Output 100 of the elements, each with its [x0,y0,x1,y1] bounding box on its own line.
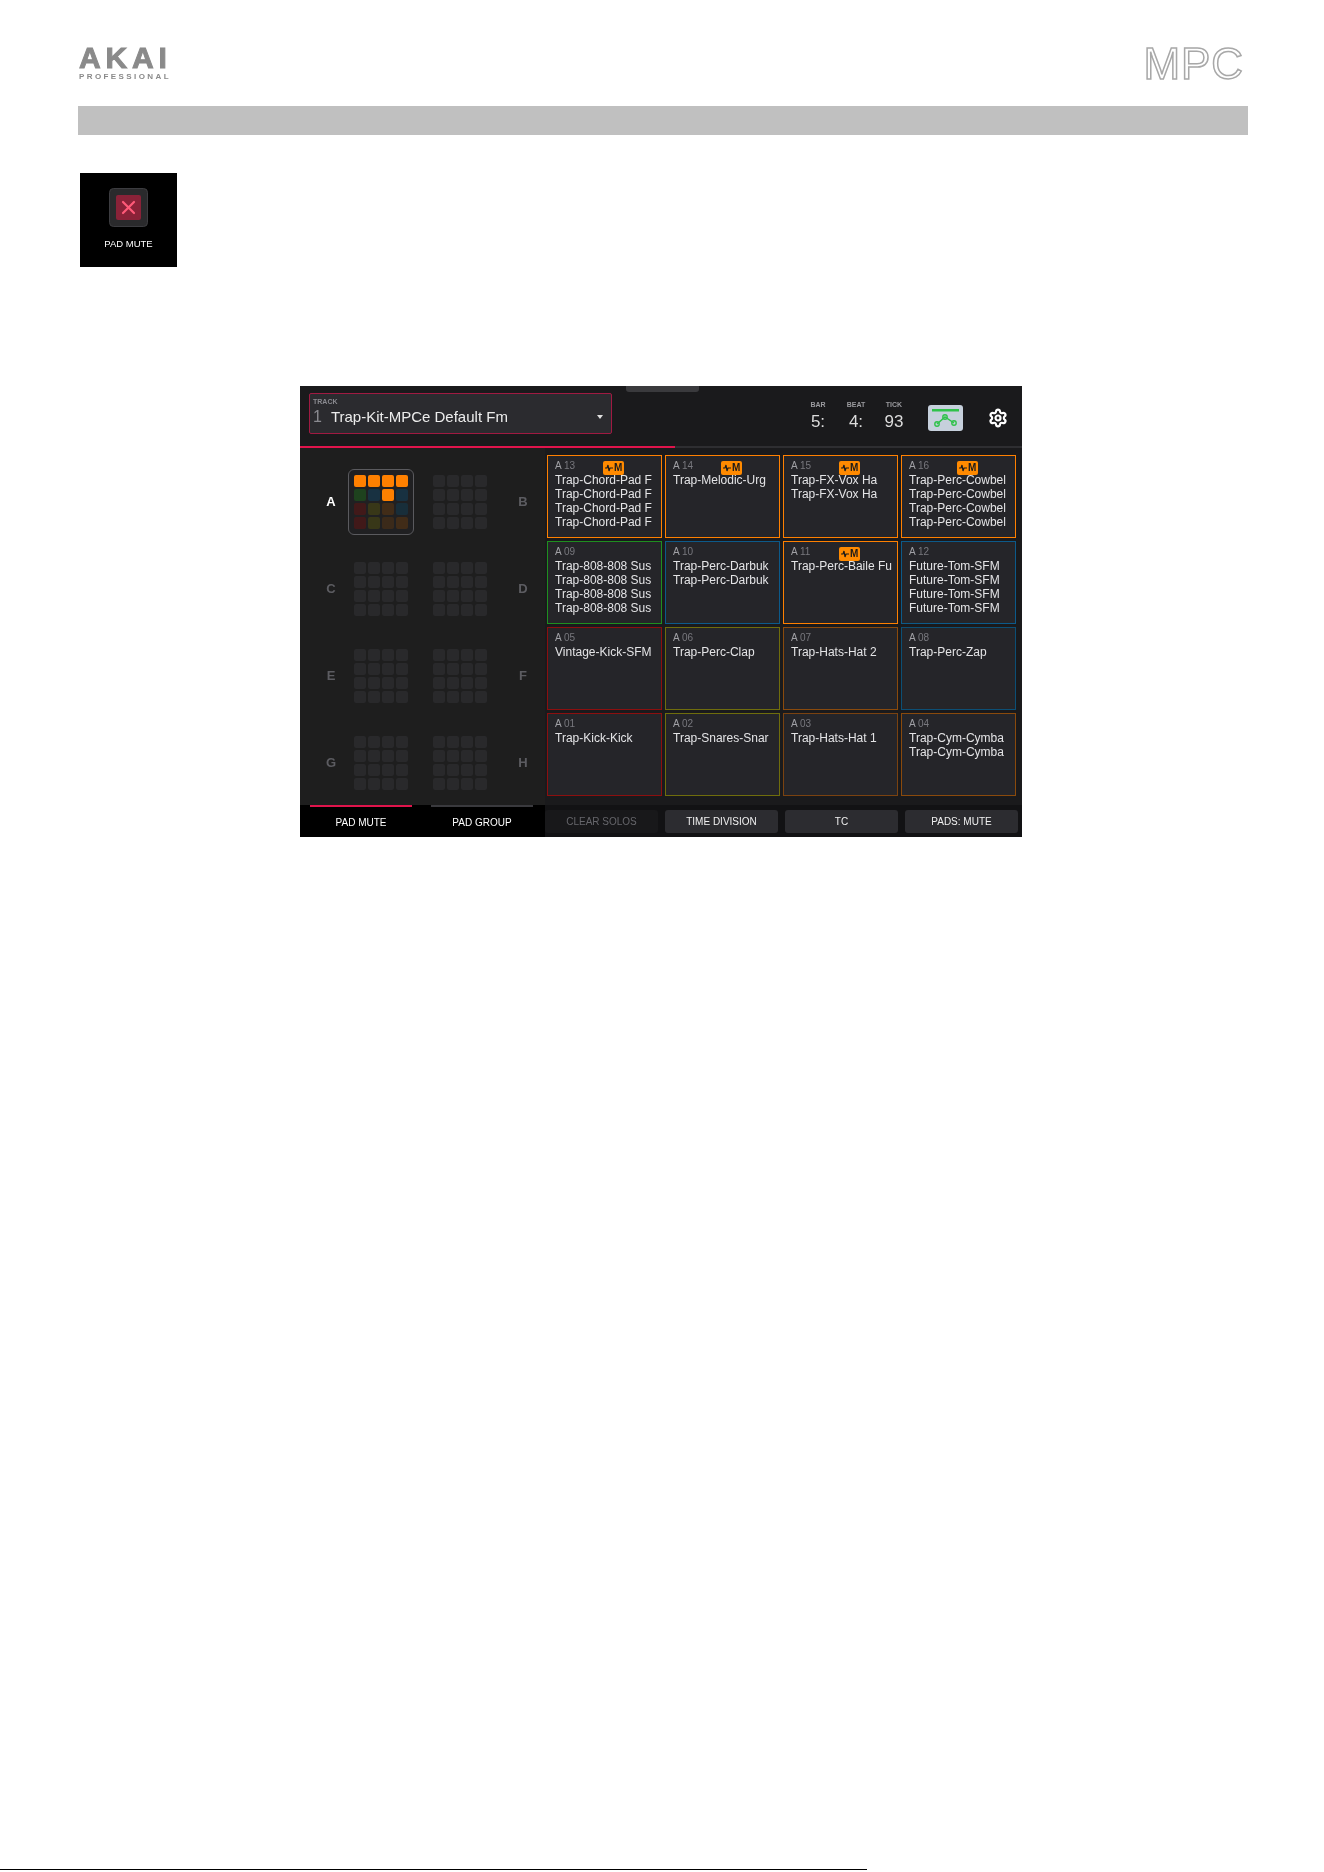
product-logo: MPC [1143,47,1244,81]
sample-name: Trap-Chord-Pad F [555,473,652,487]
mute-letter: M [614,462,623,474]
pad-number: A 16 [909,460,930,472]
sample-name: Trap-808-808 Sus [555,573,652,587]
sample-name: Trap-Hats-Hat 1 [791,731,877,745]
waveform-icon [959,464,967,472]
brand-subtitle: PROFESSIONAL [79,72,171,81]
sample-name: Trap-808-808 Sus [555,601,652,615]
mode-label: PAD MUTE [104,238,153,249]
sample-name: Trap-Perc-Darbuk [673,573,769,587]
mode-tab[interactable]: PAD GROUP [431,805,533,837]
pad-number: A 12 [909,546,930,558]
sample-name: Trap-808-808 Sus [555,587,652,601]
drum-pad[interactable]: A 10 Trap-Perc-Darbuk Trap-Perc-Darbuk [665,541,780,624]
sample-name: Trap-Melodic-Urg [673,473,766,487]
drum-pad[interactable]: A 04 Trap-Cym-Cymba Trap-Cym-Cymba [901,713,1016,796]
sample-name: Trap-Perc-Cowbel [909,487,1006,501]
pad-number: A 08 [909,632,930,644]
drum-pad[interactable]: A 05 Vintage-Kick-SFM [547,627,662,710]
node-graph-icon[interactable] [928,405,963,431]
bank-letter: B [517,493,529,512]
sample-name: Vintage-Kick-SFM [555,645,652,659]
drum-pad[interactable]: A 03 Trap-Hats-Hat 1 [783,713,898,796]
sample-name: Future-Tom-SFM [909,573,1000,587]
waveform-icon [605,464,613,472]
drum-pad[interactable]: A 14 M Trap-Melodic-Urg [665,455,780,538]
function-button[interactable]: PADS: MUTE [905,809,1018,833]
sample-name: Future-Tom-SFM [909,587,1000,601]
sample-name: Trap-Perc-Cowbel [909,473,1006,487]
sample-name: Trap-Chord-Pad F [555,515,652,529]
pad-number: A 13 [555,460,576,472]
position-value: 4: [848,412,864,431]
mute-letter: M [850,548,859,560]
mute-letter: M [850,462,859,474]
sample-name: Trap-Perc-Baile Fu [791,559,892,573]
bank-letter: F [518,667,528,686]
sample-name: Trap-Chord-Pad F [555,487,652,501]
mute-letter: M [732,462,741,474]
function-button[interactable]: TIME DIVISION [665,809,778,833]
pad-number: A 02 [673,718,694,730]
sample-name: Trap-Kick-Kick [555,731,633,745]
pad-number: A 15 [791,460,812,472]
sample-name: Trap-808-808 Sus [555,559,652,573]
drum-pad[interactable]: A 06 Trap-Perc-Clap [665,627,780,710]
drum-pad[interactable]: A 08 Trap-Perc-Zap [901,627,1016,710]
bank-letter: D [517,580,529,599]
pad-number: A 09 [555,546,576,558]
waveform-icon [841,464,849,472]
caret-icon [597,415,603,419]
pad-grid-icon [354,475,408,529]
settings-icon[interactable] [988,408,1008,428]
bank-letter: G [324,754,338,773]
drum-pad[interactable]: A 11 M Trap-Perc-Baile Fu [783,541,898,624]
pad-number: A 03 [791,718,812,730]
pad-number: A 05 [555,632,576,644]
drum-pad[interactable]: A 01 Trap-Kick-Kick [547,713,662,796]
sample-name: Trap-FX-Vox Ha [791,473,878,487]
track-name: Trap-Kit-MPCe Default Fm [330,407,508,427]
sample-name: Future-Tom-SFM [909,559,1000,573]
pad-number: A 01 [555,718,576,730]
sample-name: Trap-FX-Vox Ha [791,487,878,501]
pad-number: A 11 [791,546,811,558]
drawer-handle[interactable] [626,386,699,392]
waveform-icon [841,550,849,558]
sample-name: Trap-Perc-Darbuk [673,559,769,573]
drum-pad[interactable]: A 12 Future-Tom-SFM Future-Tom-SFM Future-Tom-SFM Future-Tom-SFM [901,541,1016,624]
sample-name: Trap-Cym-Cymba [909,745,1004,759]
pad-number: A 07 [791,632,812,644]
track-number: 1 [313,407,322,427]
bank-letter: A [325,493,337,512]
sample-name: Trap-Hats-Hat 2 [791,645,877,659]
function-button[interactable]: TC [785,809,898,833]
bank-button[interactable] [348,469,414,535]
position-value: 5: [810,412,826,431]
sample-name: Trap-Perc-Zap [909,645,987,659]
waveform-icon [723,464,731,472]
bank-letter: H [517,754,529,773]
bank-letter: C [325,580,337,599]
pad-number: A 10 [673,546,694,558]
pad-number: A 14 [673,460,694,472]
bank-letter: E [325,667,337,686]
drum-pad[interactable]: A 07 Trap-Hats-Hat 2 [783,627,898,710]
mode-tab[interactable]: PAD MUTE [310,805,412,837]
brand-wordmark: AKAI [79,47,172,69]
mute-letter: M [968,462,977,474]
sample-name: Trap-Perc-Cowbel [909,501,1006,515]
sample-name: Trap-Cym-Cymba [909,731,1004,745]
sample-name: Trap-Perc-Clap [673,645,755,659]
sample-name: Trap-Perc-Cowbel [909,515,1006,529]
drum-pad[interactable]: A 02 Trap-Snares-Snar [665,713,780,796]
drum-pad[interactable]: A 09 Trap-808-808 Sus Trap-808-808 Sus Trap-808-808 Sus Trap-808-808 Sus [547,541,662,624]
position-value: 93 [884,412,904,431]
drum-pad[interactable]: A 16 M Trap-Perc-Cowbel Trap-Perc-Cowbel Trap-Perc-Cowbel Trap-Perc-Cowbel [901,455,1016,538]
sample-name: Future-Tom-SFM [909,601,1000,615]
drum-pad[interactable]: A 15 M Trap-FX-Vox Ha Trap-FX-Vox Ha [783,455,898,538]
sample-name: Trap-Chord-Pad F [555,501,652,515]
drum-pad[interactable]: A 13 M Trap-Chord-Pad F Trap-Chord-Pad F Trap-Chord-Pad F Trap-Chord-Pad F [547,455,662,538]
pad-number: A 06 [673,632,694,644]
pad-number: A 04 [909,718,930,730]
